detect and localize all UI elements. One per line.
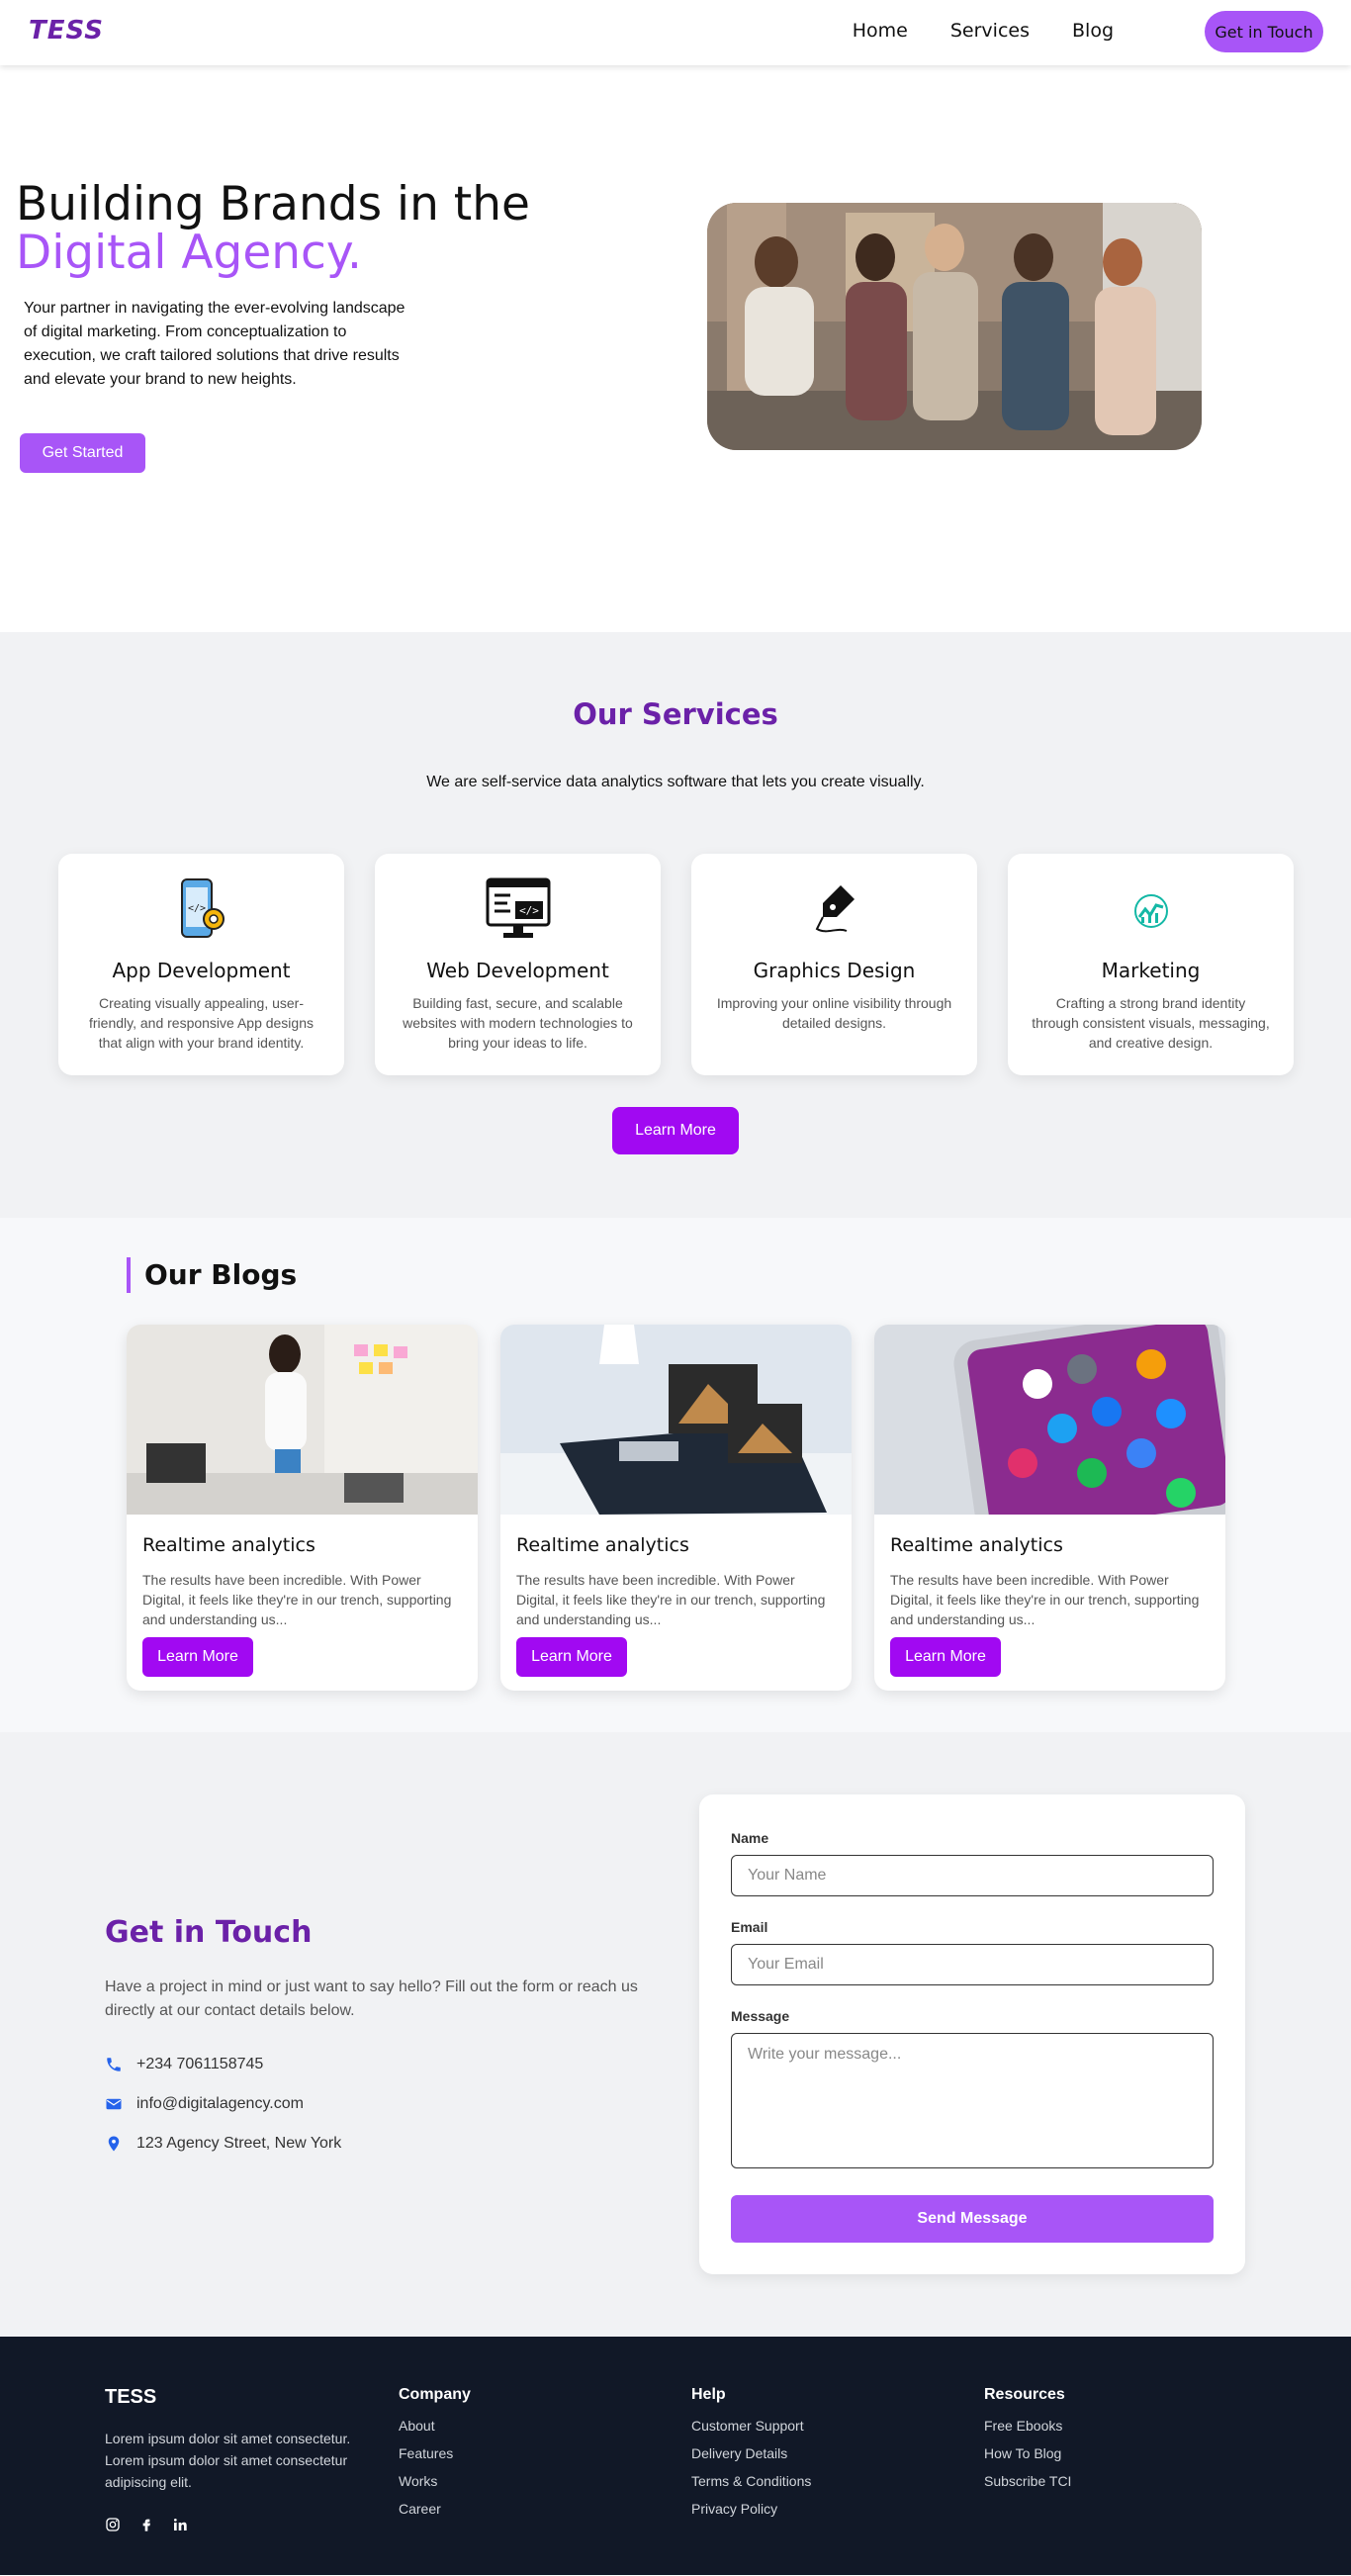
hero-description: Your partner in navigating the ever-evol… xyxy=(24,300,405,388)
service-card-app-development[interactable]: </> App Development Creating visually ap… xyxy=(58,854,344,1075)
footer-col-title: Help xyxy=(691,2386,726,2403)
footer-col-title: Resources xyxy=(984,2386,1065,2403)
svg-text:</>: </> xyxy=(187,903,205,914)
services-title: Our Services xyxy=(573,697,778,731)
email-field[interactable] xyxy=(731,1944,1214,1985)
services-learn-more-button[interactable]: Learn More xyxy=(612,1107,739,1154)
blog-card-title: Realtime analytics xyxy=(516,1534,689,1556)
blog-card-title: Realtime analytics xyxy=(142,1534,315,1556)
send-message-button[interactable]: Send Message xyxy=(731,2195,1214,2243)
footer-col-help: Help Customer Support Delivery Details T… xyxy=(691,2386,811,2529)
name-label: Name xyxy=(731,1830,769,1846)
contact-address-row: 123 Agency Street, New York xyxy=(105,2135,341,2153)
service-card-title: Marketing xyxy=(1101,959,1201,982)
service-card-desc: Building fast, secure, and scalable webs… xyxy=(403,995,633,1051)
get-in-touch-button[interactable]: Get in Touch xyxy=(1205,11,1323,52)
footer-social xyxy=(105,2517,188,2532)
pen-nib-icon xyxy=(691,877,977,941)
contact-email[interactable]: info@digitalagency.com xyxy=(136,2095,304,2113)
service-card-web-development[interactable]: </> Web Development Building fast, secur… xyxy=(375,854,661,1075)
services-section: Our Services We are self-service data an… xyxy=(0,632,1351,1218)
growth-chart-icon xyxy=(1008,877,1294,941)
nav-link-blog[interactable]: Blog xyxy=(1072,20,1114,42)
footer-link-privacy[interactable]: Privacy Policy xyxy=(691,2501,811,2517)
message-field[interactable] xyxy=(731,2033,1214,2168)
contact-phone-row: +234 7061158745 xyxy=(105,2056,263,2073)
footer-col-title: Company xyxy=(399,2386,471,2403)
contact-section: Get in Touch Have a project in mind or j… xyxy=(0,1732,1351,2337)
email-label: Email xyxy=(731,1919,768,1935)
footer-link-subscribe[interactable]: Subscribe TCI xyxy=(984,2473,1071,2489)
blog-image-laptops xyxy=(500,1325,852,1515)
footer-description: Lorem ipsum dolor sit amet consectetur. … xyxy=(105,2431,351,2490)
top-navbar: TESS Home Services Blog Get in Touch xyxy=(0,0,1351,65)
service-card-marketing[interactable]: Marketing Crafting a strong brand identi… xyxy=(1008,854,1294,1075)
contact-description: Have a project in mind or just want to s… xyxy=(105,1978,638,2019)
service-card-desc: Improving your online visibility through… xyxy=(716,995,952,1031)
contact-email-row: info@digitalagency.com xyxy=(105,2095,304,2113)
footer-link-delivery-details[interactable]: Delivery Details xyxy=(691,2445,811,2461)
instagram-icon[interactable] xyxy=(105,2517,121,2532)
blog-card-excerpt: The results have been incredible. With P… xyxy=(142,1572,452,1627)
service-card-title: Graphics Design xyxy=(753,959,916,982)
hero-title-line1: Building Brands in the xyxy=(16,177,530,231)
name-field[interactable] xyxy=(731,1855,1214,1896)
footer-link-about[interactable]: About xyxy=(399,2418,471,2434)
facebook-icon[interactable] xyxy=(138,2517,154,2532)
footer-link-works[interactable]: Works xyxy=(399,2473,471,2489)
contact-phone[interactable]: +234 7061158745 xyxy=(136,2056,263,2073)
service-card-desc: Creating visually appealing, user-friend… xyxy=(89,995,314,1051)
hero-section: Building Brands in the Digital Agency. Y… xyxy=(0,65,1351,632)
footer-link-customer-support[interactable]: Customer Support xyxy=(691,2418,811,2434)
hero-team-photo xyxy=(707,203,1202,450)
nav-link-home[interactable]: Home xyxy=(853,20,908,42)
footer-link-terms[interactable]: Terms & Conditions xyxy=(691,2473,811,2489)
blogs-title: Our Blogs xyxy=(127,1257,297,1293)
blog-image-whiteboard xyxy=(127,1325,478,1515)
mobile-app-icon: </> xyxy=(58,877,344,941)
footer-link-free-ebooks[interactable]: Free Ebooks xyxy=(984,2418,1071,2434)
map-pin-icon xyxy=(108,2136,120,2152)
web-code-icon: </> xyxy=(375,877,661,941)
service-card-desc: Crafting a strong brand identity through… xyxy=(1032,995,1270,1051)
blog-image-smartphone xyxy=(874,1325,1225,1546)
footer-col-company: Company About Features Works Career xyxy=(399,2386,471,2529)
footer: TESS Lorem ipsum dolor sit amet consecte… xyxy=(0,2337,1351,2575)
hero-title-accent: Digital Agency. xyxy=(16,226,362,280)
blog-card[interactable]: Realtime analytics The results have been… xyxy=(500,1325,852,1691)
footer-link-how-to-blog[interactable]: How To Blog xyxy=(984,2445,1071,2461)
contact-title: Get in Touch xyxy=(105,1915,313,1950)
contact-form: Name Email Message Send Message xyxy=(699,1794,1245,2274)
linkedin-icon[interactable] xyxy=(172,2517,188,2532)
blog-learn-more-button[interactable]: Learn More xyxy=(890,1637,1001,1677)
blog-card-excerpt: The results have been incredible. With P… xyxy=(890,1572,1200,1627)
footer-col-resources: Resources Free Ebooks How To Blog Subscr… xyxy=(984,2386,1071,2501)
footer-brand: TESS xyxy=(105,2386,157,2408)
services-subtitle: We are self-service data analytics softw… xyxy=(426,774,925,790)
footer-link-features[interactable]: Features xyxy=(399,2445,471,2461)
contact-address: 123 Agency Street, New York xyxy=(136,2135,342,2152)
get-started-button[interactable]: Get Started xyxy=(20,433,145,473)
blog-learn-more-button[interactable]: Learn More xyxy=(516,1637,627,1677)
blog-card-excerpt: The results have been incredible. With P… xyxy=(516,1572,826,1627)
logo[interactable]: TESS xyxy=(29,16,104,46)
phone-icon xyxy=(107,2058,121,2071)
nav-links: Home Services Blog xyxy=(853,20,1114,42)
blogs-section: Our Blogs Realtime analytics The results… xyxy=(0,1218,1351,1732)
blog-learn-more-button[interactable]: Learn More xyxy=(142,1637,253,1677)
blog-card[interactable]: Realtime analytics The results have been… xyxy=(874,1325,1225,1691)
nav-link-services[interactable]: Services xyxy=(950,20,1030,42)
service-card-title: App Development xyxy=(112,959,291,982)
service-card-title: Web Development xyxy=(426,959,609,982)
blog-card-title: Realtime analytics xyxy=(890,1534,1063,1556)
hero-title: Building Brands in the Digital Agency. xyxy=(16,180,530,277)
service-card-graphics-design[interactable]: Graphics Design Improving your online vi… xyxy=(691,854,977,1075)
message-label: Message xyxy=(731,2008,790,2024)
envelope-icon xyxy=(106,2098,122,2110)
footer-link-career[interactable]: Career xyxy=(399,2501,471,2517)
svg-text:</>: </> xyxy=(519,904,539,917)
blog-card[interactable]: Realtime analytics The results have been… xyxy=(127,1325,478,1691)
